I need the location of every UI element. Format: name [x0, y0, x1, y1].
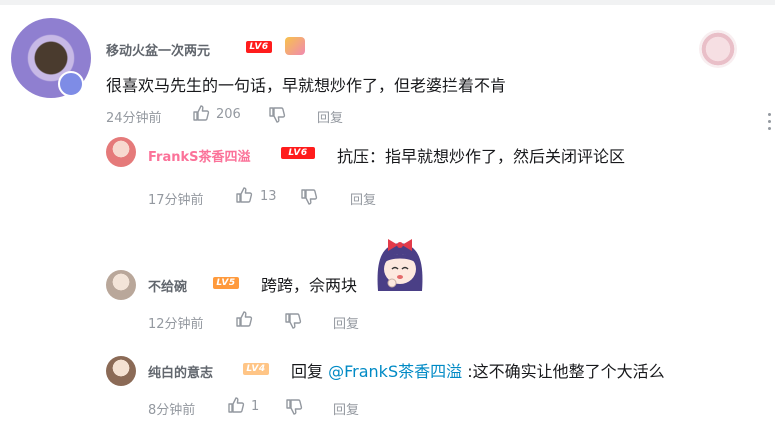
dislike-icon[interactable] [284, 312, 302, 330]
reply-2-level-badge: LV5 [213, 277, 239, 289]
reply-3-reply-prefix: 回复 [291, 362, 324, 381]
top-divider [0, 0, 775, 5]
reply-2-reply-button[interactable]: 回复 [333, 313, 359, 332]
main-comment-text: 很喜欢马先生的一句话，早就想炒作了，但老婆拦着不肯 [106, 76, 507, 95]
more-options-icon[interactable] [768, 113, 772, 131]
emoji-sticker [370, 233, 430, 293]
dislike-icon[interactable] [300, 188, 318, 206]
reply-2-text: 跨跨，佘两块 [261, 276, 358, 295]
like-icon[interactable] [192, 104, 210, 122]
floor-decoration-badge [699, 30, 737, 68]
main-comment-level-badge: LV6 [246, 41, 272, 53]
reply-1-level-badge: LV6 [281, 147, 315, 159]
like-icon[interactable] [235, 186, 253, 204]
reply-2-avatar[interactable] [106, 270, 136, 300]
main-comment-username[interactable]: 移动火盆一次两元 [106, 40, 210, 59]
reply-3-mention-link[interactable]: @FrankS茶香四溢 [328, 362, 462, 381]
reply-2-time: 12分钟前 [148, 317, 204, 332]
reply-1-text: 抗压：指早就想炒作了，然后关闭评论区 [337, 147, 626, 166]
like-icon[interactable] [235, 310, 253, 328]
reply-3-level-badge: LV4 [243, 363, 269, 375]
reply-3-text-line: 回复 @FrankS茶香四溢 :这不确实让他整了个大活么 [291, 358, 665, 382]
reply-1-avatar[interactable] [106, 137, 136, 167]
reply-3-time: 8分钟前 [148, 403, 196, 418]
reply-1-like-count: 13 [260, 189, 277, 204]
reply-3-reply-button[interactable]: 回复 [333, 399, 359, 418]
reply-3-avatar[interactable] [106, 356, 136, 386]
reply-2-username[interactable]: 不给碗 [148, 276, 187, 295]
dislike-icon[interactable] [268, 106, 286, 124]
main-comment-reply-button[interactable]: 回复 [317, 107, 343, 126]
dislike-icon[interactable] [285, 398, 303, 416]
fan-medal-icon [285, 37, 305, 55]
main-comment-like-count: 206 [216, 107, 241, 122]
main-comment-time: 24分钟前 [106, 111, 162, 126]
reply-3-text: :这不确实让他整了个大活么 [467, 362, 665, 381]
avatar-pendant-badge [58, 71, 84, 97]
like-icon[interactable] [227, 396, 245, 414]
reply-3-like-count: 1 [251, 399, 260, 414]
reply-1-reply-button[interactable]: 回复 [350, 189, 376, 208]
reply-1-username[interactable]: FrankS茶香四溢 [148, 146, 251, 165]
reply-1-time: 17分钟前 [148, 193, 204, 208]
reply-3-username[interactable]: 纯白的意志 [148, 362, 213, 381]
